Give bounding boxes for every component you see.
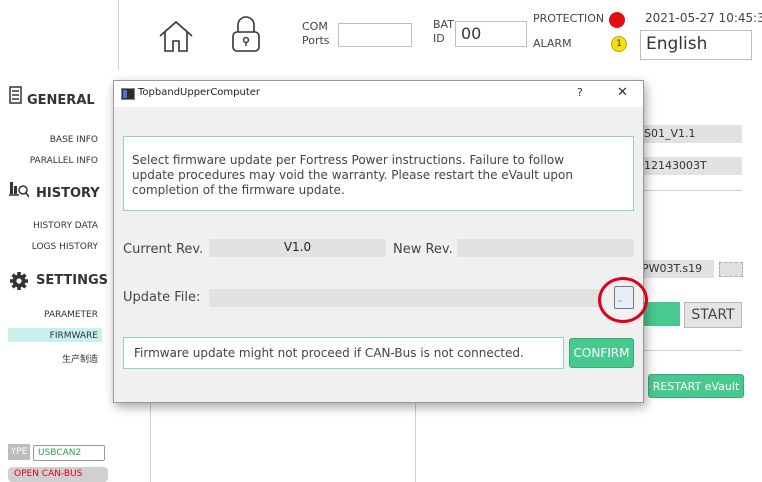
general-icon bbox=[9, 86, 22, 104]
dialog-titlebar: TopbandUpperComputer ? ✕ bbox=[114, 81, 643, 107]
nav-settings[interactable]: SETTINGS bbox=[36, 273, 108, 288]
com-port-select[interactable] bbox=[338, 23, 412, 47]
nav-history[interactable]: HISTORY bbox=[36, 186, 100, 201]
com-ports-label: COM Ports bbox=[302, 20, 330, 47]
alarm-indicator: 1 bbox=[611, 36, 627, 52]
nav-history-data[interactable]: HISTORY DATA bbox=[0, 221, 98, 231]
can-type-label: YPE bbox=[8, 444, 30, 460]
file-browse-icon-bg[interactable] bbox=[719, 262, 743, 277]
main-panel-left-line bbox=[150, 400, 151, 482]
bat-id-input[interactable]: 00 bbox=[455, 21, 527, 47]
selected-file-field: PW03T.s19 bbox=[642, 260, 714, 278]
alarm-label: ALARM bbox=[533, 37, 572, 50]
progress-bar bbox=[642, 302, 680, 326]
datetime-display: 2021-05-27 10:45:37 bbox=[645, 11, 762, 25]
nav-firmware[interactable]: FIRMWARE bbox=[0, 331, 98, 341]
main-divider-1 bbox=[642, 190, 742, 191]
protection-label: PROTECTION bbox=[533, 12, 605, 25]
firmware-update-dialog: TopbandUpperComputer ? ✕ Select firmware… bbox=[113, 80, 648, 403]
serial-number-field: 12143003T bbox=[642, 157, 742, 175]
confirm-button[interactable]: CONFIRM bbox=[569, 338, 634, 368]
close-icon[interactable]: ✕ bbox=[617, 85, 628, 100]
main-divider-2 bbox=[642, 350, 742, 351]
bat-id-label: BAT ID bbox=[433, 18, 454, 45]
update-file-field[interactable] bbox=[209, 289, 602, 307]
current-rev-label: Current Rev. bbox=[123, 242, 204, 257]
language-select[interactable]: English bbox=[640, 30, 752, 60]
highlight-circle bbox=[598, 277, 648, 323]
warning-box: Firmware update might not proceed if CAN… bbox=[123, 337, 564, 369]
nav-parameter[interactable]: PARAMETER bbox=[0, 310, 98, 320]
help-button[interactable]: ? bbox=[577, 86, 583, 99]
main-panel-mid-line bbox=[415, 400, 416, 482]
home-icon[interactable] bbox=[156, 18, 196, 54]
settings-gear-icon bbox=[9, 271, 29, 291]
nav-manufacture[interactable]: 生产制造 bbox=[0, 352, 98, 365]
open-can-bus-button[interactable]: OPEN CAN-BUS bbox=[8, 467, 108, 482]
nav-general[interactable]: GENERAL bbox=[27, 93, 95, 108]
nav-logs-history[interactable]: LOGS HISTORY bbox=[0, 242, 98, 252]
can-type-select[interactable]: USBCAN2 bbox=[33, 445, 105, 461]
update-file-label: Update File: bbox=[123, 290, 201, 305]
dialog-title: TopbandUpperComputer bbox=[138, 87, 261, 98]
new-rev-label: New Rev. bbox=[393, 242, 453, 257]
current-rev-field: V1.0 bbox=[209, 239, 386, 257]
nav-parallel-info[interactable]: PARALLEL INFO bbox=[0, 156, 98, 166]
notice-text: Select firmware update per Fortress Powe… bbox=[132, 153, 573, 197]
app-window-icon bbox=[121, 88, 135, 100]
protection-indicator bbox=[609, 12, 625, 28]
firmware-version-field: S01_V1.1 bbox=[642, 125, 742, 143]
history-icon bbox=[9, 180, 30, 198]
start-button[interactable]: START bbox=[684, 302, 742, 328]
new-rev-field bbox=[457, 239, 634, 257]
lock-icon[interactable] bbox=[230, 14, 262, 54]
nav-base-info[interactable]: BASE INFO bbox=[0, 135, 98, 145]
warning-text: Firmware update might not proceed if CAN… bbox=[134, 346, 524, 360]
restart-evault-button[interactable]: RESTART eVault bbox=[648, 374, 744, 398]
notice-box: Select firmware update per Fortress Powe… bbox=[123, 136, 634, 211]
